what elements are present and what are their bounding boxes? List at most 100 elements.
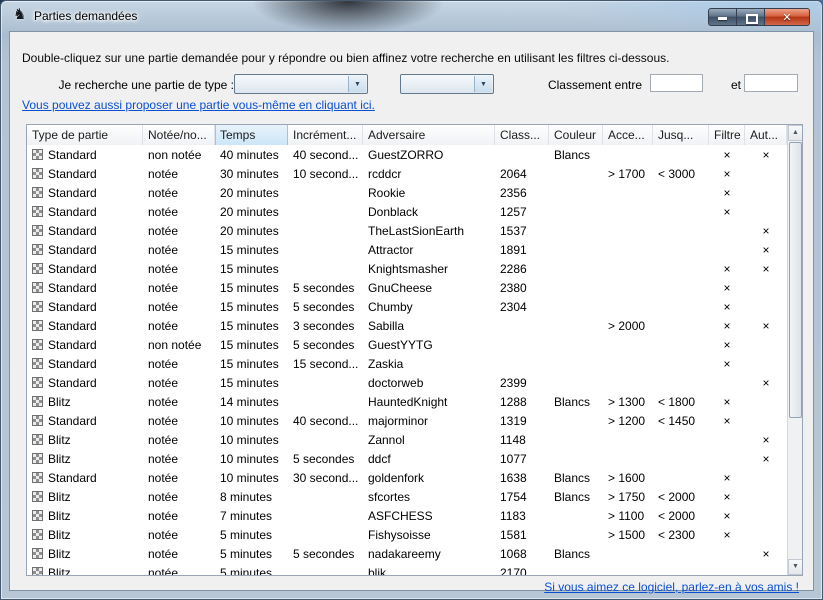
table-row[interactable]: Standardnotée15 minutesAttractor1891×: [27, 240, 787, 259]
table-cell: [603, 297, 653, 316]
table-cell: notée: [143, 506, 215, 525]
chessboard-icon: [32, 510, 43, 521]
table-row[interactable]: Standardnotée20 minutesTheLastSionEarth1…: [27, 221, 787, 240]
table-cell: 15 minutes: [215, 259, 288, 278]
table-cell: [288, 506, 363, 525]
column-header[interactable]: Class...: [495, 125, 549, 145]
table-cell: majorminor: [363, 411, 495, 430]
table-cell: 1183: [495, 506, 549, 525]
scroll-up-icon[interactable]: ▲: [788, 125, 803, 141]
column-header[interactable]: Acce...: [603, 125, 653, 145]
rating-min-input[interactable]: [650, 74, 703, 92]
table-row[interactable]: Blitznotée10 minutesZannol1148×: [27, 430, 787, 449]
table-cell: Blancs: [549, 487, 603, 506]
table-row[interactable]: Standardnotée15 minutesdoctorweb2399×: [27, 373, 787, 392]
table-row[interactable]: Blitznotée5 minutes5 secondesnadakareemy…: [27, 544, 787, 563]
table-cell: [653, 297, 709, 316]
column-header[interactable]: Temps: [215, 125, 288, 145]
table-row[interactable]: Standardnotée15 minutesKnightsmasher2286…: [27, 259, 787, 278]
and-label: et: [731, 78, 741, 92]
table-row[interactable]: Blitznotée7 minutesASFCHESS1183> 1100< 2…: [27, 506, 787, 525]
table-row[interactable]: Standardnotée15 minutes5 secondesChumby2…: [27, 297, 787, 316]
table-row[interactable]: Blitznotée5 minutesFishysoisse1581> 1500…: [27, 525, 787, 544]
table-cell: 10 minutes: [215, 430, 288, 449]
table-cell: nadakareemy: [363, 544, 495, 563]
propose-game-link[interactable]: Vous pouvez aussi proposer une partie vo…: [22, 98, 375, 112]
table-cell: [495, 316, 549, 335]
scroll-down-icon[interactable]: ▼: [788, 559, 803, 575]
table-cell: 5 secondes: [288, 335, 363, 354]
table-cell: [603, 335, 653, 354]
table-cell: [549, 430, 603, 449]
table-row[interactable]: Standardnotée10 minutes30 second...golde…: [27, 468, 787, 487]
table-row[interactable]: Standardnotée15 minutes15 second...Zaski…: [27, 354, 787, 373]
table-cell: [603, 221, 653, 240]
vertical-scrollbar[interactable]: ▲ ▼: [787, 125, 802, 575]
table-cell: notée: [143, 430, 215, 449]
game-type-text: Standard: [48, 319, 97, 333]
table-row[interactable]: Blitznotée8 minutessfcortes1754Blancs> 1…: [27, 487, 787, 506]
column-header[interactable]: Type de partie: [27, 125, 143, 145]
close-button[interactable]: ✕: [765, 8, 810, 26]
table-cell: [288, 487, 363, 506]
table-cell: [653, 335, 709, 354]
table-cell: Standard: [27, 145, 143, 164]
table-cell: Standard: [27, 164, 143, 183]
game-variant-select[interactable]: ▼: [400, 74, 494, 94]
table-cell: Blitz: [27, 544, 143, 563]
table-cell: ×: [745, 221, 787, 240]
table-cell: notée: [143, 202, 215, 221]
column-header[interactable]: Incrément...: [288, 125, 363, 145]
column-header[interactable]: Aut...: [745, 125, 787, 145]
table-row[interactable]: Standardnotée10 minutes40 second...major…: [27, 411, 787, 430]
scrollbar-thumb[interactable]: [789, 142, 802, 418]
table-cell: 5 minutes: [215, 544, 288, 563]
table-cell: [745, 468, 787, 487]
column-header[interactable]: Notée/no...: [143, 125, 215, 145]
column-header[interactable]: Jusq...: [653, 125, 709, 145]
table-cell: [745, 335, 787, 354]
table-cell: [653, 202, 709, 221]
table-cell: 1638: [495, 468, 549, 487]
table-row[interactable]: Blitznotée14 minutesHauntedKnight1288Bla…: [27, 392, 787, 411]
table-cell: Standard: [27, 468, 143, 487]
table-cell: [709, 563, 745, 575]
table-row[interactable]: Standardnotée15 minutes3 secondesSabilla…: [27, 316, 787, 335]
column-header[interactable]: Adversaire: [363, 125, 495, 145]
table-cell: 1754: [495, 487, 549, 506]
tell-friends-link[interactable]: Si vous aimez ce logiciel, parlez-en à v…: [544, 580, 799, 594]
table-cell: [288, 202, 363, 221]
table-cell: [745, 487, 787, 506]
minimize-button[interactable]: [708, 8, 737, 26]
table-row[interactable]: Blitznotée5 minutesblik2170: [27, 563, 787, 575]
table-cell: GuestZORRO: [363, 145, 495, 164]
maximize-button[interactable]: [737, 8, 765, 26]
rating-max-input[interactable]: [744, 74, 798, 92]
title-bar[interactable]: ♞ Parties demandées ✕: [1, 1, 822, 31]
table-cell: [549, 354, 603, 373]
game-type-select[interactable]: ▼: [234, 74, 368, 94]
table-cell: non notée: [143, 335, 215, 354]
table-cell: Chumby: [363, 297, 495, 316]
game-type-text: Standard: [48, 357, 97, 371]
column-header[interactable]: Filtre: [709, 125, 745, 145]
table-row[interactable]: Standardnotée15 minutes5 secondesGnuChee…: [27, 278, 787, 297]
table-cell: [288, 525, 363, 544]
table-row[interactable]: Standardnon notée40 minutes40 second...G…: [27, 145, 787, 164]
table-cell: 15 minutes: [215, 316, 288, 335]
table-row[interactable]: Standardnon notée15 minutes5 secondesGue…: [27, 335, 787, 354]
table-cell: 40 minutes: [215, 145, 288, 164]
table-cell: 14 minutes: [215, 392, 288, 411]
column-header[interactable]: Couleur: [549, 125, 603, 145]
chessboard-icon: [32, 149, 43, 160]
table-cell: ×: [745, 145, 787, 164]
table-row[interactable]: Standardnotée20 minutesRookie2356×: [27, 183, 787, 202]
table-cell: Standard: [27, 335, 143, 354]
chessboard-icon: [32, 225, 43, 236]
table-cell: Rookie: [363, 183, 495, 202]
table-row[interactable]: Standardnotée20 minutesDonblack1257×: [27, 202, 787, 221]
table-row[interactable]: Blitznotée10 minutes5 secondesddcf1077×: [27, 449, 787, 468]
table-cell: [549, 278, 603, 297]
table-row[interactable]: Standardnotée30 minutes10 second...rcddc…: [27, 164, 787, 183]
table-cell: [745, 202, 787, 221]
